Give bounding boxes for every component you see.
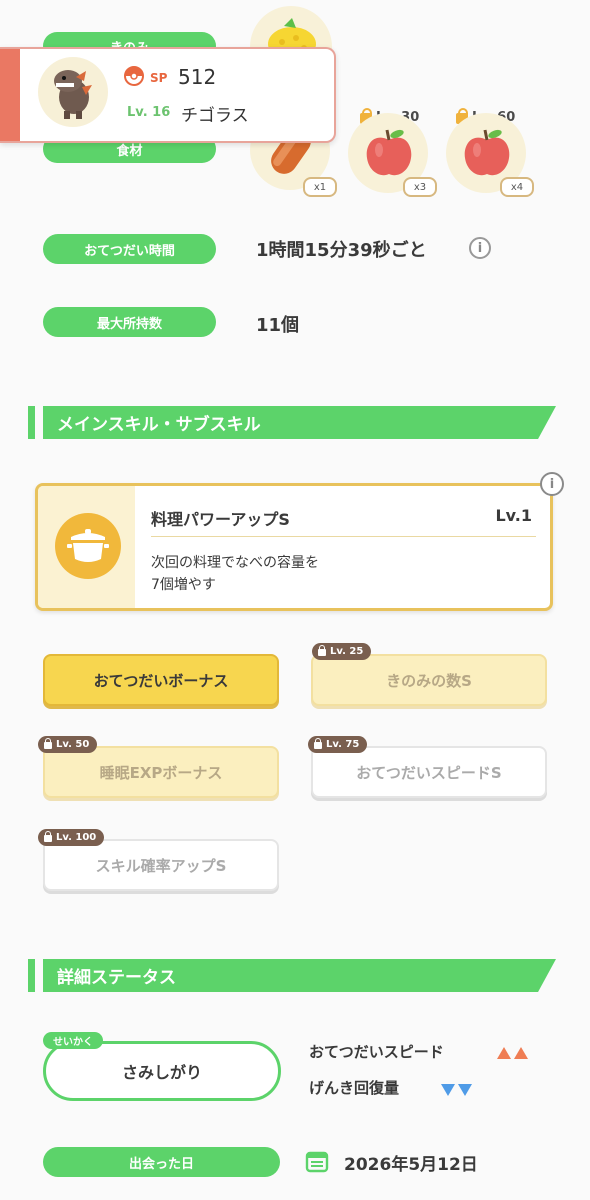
lock-icon [44, 831, 52, 842]
main-skill-desc-2: 7個増やす [151, 577, 216, 593]
sub-skill-1[interactable]: おてつだいボーナス [43, 654, 279, 706]
pokemon-name: チゴラス [181, 106, 249, 126]
sub-skill-4-lock-badge: Lv. 75 [308, 736, 368, 753]
lock-icon [314, 738, 322, 749]
skills-section-header: メインスキル・サブスキル [28, 406, 556, 439]
up-arrows-icon [497, 1044, 531, 1063]
main-skill-level: Lv.1 [495, 506, 532, 525]
sub-skill-3[interactable]: 睡眠EXPボーナス [43, 746, 279, 798]
main-skill-info-icon[interactable]: i [540, 472, 564, 496]
sub-skill-5[interactable]: スキル確率アップS [43, 839, 279, 891]
max-carry-label: 最大所持数 [43, 307, 216, 337]
down-arrows-icon [441, 1081, 475, 1100]
ingredient-qty-3: x4 [500, 177, 534, 197]
detail-section-title: 詳細ステータス [43, 959, 556, 992]
max-carry-value: 11個 [256, 315, 300, 336]
sub-skill-3-lock-badge: Lv. 50 [38, 736, 98, 753]
sp-icon [124, 66, 144, 86]
main-skill-desc-1: 次回の料理でなべの容量を [151, 555, 319, 571]
pokemon-avatar [38, 57, 108, 127]
lock-icon [44, 738, 52, 749]
section-mark [28, 406, 35, 439]
main-skill-name: 料理パワーアップS [151, 510, 290, 529]
sp-value: 512 [178, 65, 217, 89]
apple-icon [464, 129, 510, 176]
met-date-label: 出会った日 [43, 1147, 280, 1177]
help-time-value: 1時間15分39秒ごと [256, 240, 427, 261]
main-skill-divider [151, 536, 536, 537]
ingredient-qty-1: x1 [303, 177, 337, 197]
met-date-value: 2026年5月12日 [344, 1155, 478, 1175]
help-time-info-icon[interactable]: i [469, 237, 491, 259]
lock-icon [318, 645, 326, 656]
ingredient-qty-2: x3 [403, 177, 437, 197]
nature-box[interactable]: さみしがり [43, 1041, 281, 1101]
main-skill-card[interactable]: 料理パワーアップS Lv.1 次回の料理でなべの容量を 7個増やす [35, 483, 553, 611]
popup-accent-bar [0, 49, 20, 141]
pokemon-popup[interactable]: SP 512 Lv. 16 チゴラス [0, 47, 336, 143]
tyrunt-icon [54, 70, 92, 119]
sub-skill-5-lock-badge: Lv. 100 [38, 829, 105, 846]
sub-skill-4[interactable]: おてつだいスピードS [311, 746, 547, 798]
sub-skill-2[interactable]: きのみの数S [311, 654, 547, 706]
nature-down-stat: げんき回復量 [309, 1079, 400, 1097]
skill-icon-panel [38, 486, 135, 608]
detail-section-header: 詳細ステータス [28, 959, 556, 992]
pot-icon [55, 513, 121, 579]
apple-icon [366, 129, 412, 176]
section-mark [28, 959, 35, 992]
pokemon-level: Lv. 16 [127, 105, 171, 120]
calendar-icon [305, 1151, 329, 1173]
nature-up-stat: おてつだいスピード [309, 1043, 444, 1061]
skills-section-title: メインスキル・サブスキル [43, 406, 556, 439]
sub-skill-2-lock-badge: Lv. 25 [312, 643, 372, 660]
nature-tag: せいかく [43, 1032, 103, 1049]
sp-label: SP [150, 71, 168, 85]
help-time-label: おてつだい時間 [43, 234, 216, 264]
